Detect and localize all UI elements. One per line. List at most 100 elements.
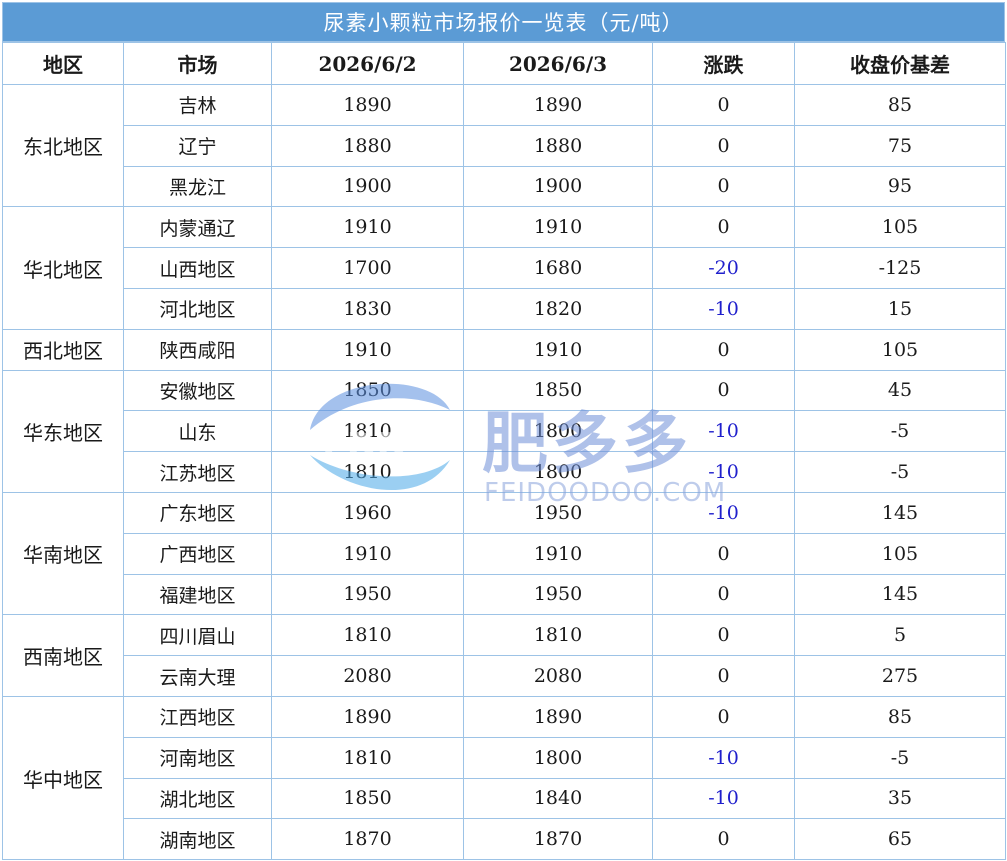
price-date1-cell: 1810: [271, 736, 464, 779]
price-table: 地区 市场 2026/6/2 2026/6/3 涨跌 收盘价基差 东北地区 吉林 1…: [2, 42, 1006, 861]
market-cell: 广东地区: [123, 491, 272, 534]
basis-cell: 65: [794, 818, 1006, 861]
basis-cell: 145: [794, 491, 1006, 534]
table-row: 华南地区 广东地区 1960 1950 -10 145: [2, 491, 1006, 616]
table-body: 东北地区 吉林 1890 1890 0 85 辽宁 1880 1880 0 75 黑龙江 1900 190…: [2, 83, 1006, 861]
price-date1-cell: 1910: [271, 328, 464, 371]
table-row: 河南地区 1810 1800 -10 -5: [3, 736, 1006, 779]
market-cell: 福建地区: [123, 573, 272, 616]
price-date2-cell: 1870: [463, 818, 653, 861]
change-cell: 0: [652, 124, 795, 167]
price-date1-cell: 1810: [271, 410, 464, 453]
region-cell: 东北地区: [2, 83, 124, 208]
basis-cell: 85: [794, 84, 1006, 126]
table-row: 华中地区 江西地区 1890 1890 0 85: [2, 695, 1006, 861]
change-cell: 0: [652, 165, 795, 208]
price-date1-cell: 1880: [271, 124, 464, 167]
change-cell: 0: [652, 818, 795, 861]
price-date2-cell: 1840: [463, 777, 653, 820]
price-date1-cell: 1870: [271, 818, 464, 861]
basis-cell: 45: [794, 369, 1006, 412]
basis-cell: 275: [794, 655, 1006, 697]
basis-cell: 5: [794, 614, 1006, 657]
price-date2-cell: 1950: [463, 573, 653, 616]
change-cell: 0: [652, 328, 795, 371]
change-cell: -10: [652, 410, 795, 453]
market-cell: 湖南地区: [123, 818, 272, 861]
basis-cell: 105: [794, 532, 1006, 575]
change-cell: 0: [652, 573, 795, 616]
price-date1-cell: 1960: [271, 491, 464, 534]
price-date2-cell: 1910: [463, 206, 653, 249]
market-cell: 河北地区: [123, 287, 272, 330]
table-row: 湖北地区 1850 1840 -10 35: [3, 777, 1006, 820]
market-cell: 内蒙通辽: [123, 206, 272, 249]
price-date2-cell: 1890: [463, 695, 653, 738]
header-region: 地区: [2, 42, 124, 85]
table-row: 黑龙江 1900 1900 0 95: [3, 165, 1006, 208]
basis-cell: 95: [794, 165, 1006, 208]
market-cell: 河南地区: [123, 736, 272, 779]
change-cell: -20: [652, 247, 795, 289]
table-row: 华北地区 内蒙通辽 1910 1910 0 105: [2, 206, 1006, 330]
table-row: 云南大理 2080 2080 0 275: [3, 655, 1006, 697]
basis-cell: -5: [794, 410, 1006, 453]
price-date2-cell: 1680: [463, 247, 653, 289]
header-date1: 2026/6/2: [271, 42, 464, 85]
change-cell: 0: [652, 532, 795, 575]
table-row: 广西地区 1910 1910 0 105: [3, 532, 1006, 575]
basis-cell: -125: [794, 247, 1006, 289]
change-cell: -10: [652, 491, 795, 534]
region-cell: 西南地区: [2, 614, 124, 697]
change-cell: 0: [652, 206, 795, 249]
header-market: 市场: [123, 42, 272, 85]
price-date1-cell: 1910: [271, 532, 464, 575]
table-row: 福建地区 1950 1950 0 145: [3, 573, 1006, 616]
basis-cell: -5: [794, 451, 1006, 493]
price-date2-cell: 1820: [463, 287, 653, 330]
basis-cell: 105: [794, 328, 1006, 371]
price-date2-cell: 1810: [463, 614, 653, 657]
market-cell: 江苏地区: [123, 451, 272, 493]
price-date2-cell: 1850: [463, 369, 653, 412]
market-cell: 辽宁: [123, 124, 272, 167]
basis-cell: -5: [794, 736, 1006, 779]
price-date2-cell: 1880: [463, 124, 653, 167]
price-date1-cell: 1830: [271, 287, 464, 330]
market-cell: 黑龙江: [123, 165, 272, 208]
price-date1-cell: 1700: [271, 247, 464, 289]
region-cell: 华北地区: [2, 206, 124, 330]
price-date1-cell: 1850: [271, 369, 464, 412]
region-cell: 华中地区: [2, 695, 124, 861]
table-row: 湖南地区 1870 1870 0 65: [3, 818, 1006, 861]
table-header-row: 地区 市场 2026/6/2 2026/6/3 涨跌 收盘价基差: [2, 42, 1006, 85]
price-table-container: 尿素小颗粒市场报价一览表（元/吨） 地区 市场 2026/6/2 2026/6/…: [2, 2, 1006, 861]
basis-cell: 75: [794, 124, 1006, 167]
region-cell: 西北地区: [2, 328, 124, 371]
price-date1-cell: 1850: [271, 777, 464, 820]
change-cell: -10: [652, 287, 795, 330]
table-row: 华东地区 安徽地区 1850 1850 0 45: [2, 369, 1006, 493]
table-row: 辽宁 1880 1880 0 75: [3, 124, 1006, 167]
price-date1-cell: 1890: [271, 695, 464, 738]
price-date1-cell: 1810: [271, 614, 464, 657]
price-date2-cell: 1800: [463, 736, 653, 779]
price-date1-cell: 1950: [271, 573, 464, 616]
header-change: 涨跌: [652, 42, 795, 85]
market-cell: 广西地区: [123, 532, 272, 575]
basis-cell: 35: [794, 777, 1006, 820]
table-title: 尿素小颗粒市场报价一览表（元/吨）: [2, 2, 1005, 42]
table-row: 西北地区 陕西咸阳 1910 1910 0 105: [2, 328, 1006, 371]
market-cell: 陕西咸阳: [123, 328, 272, 371]
price-date1-cell: 1900: [271, 165, 464, 208]
change-cell: 0: [652, 614, 795, 657]
market-cell: 吉林: [123, 84, 272, 126]
basis-cell: 145: [794, 573, 1006, 616]
price-date2-cell: 1800: [463, 451, 653, 493]
price-date2-cell: 2080: [463, 655, 653, 697]
basis-cell: 105: [794, 206, 1006, 249]
market-cell: 湖北地区: [123, 777, 272, 820]
market-cell: 山西地区: [123, 247, 272, 289]
change-cell: -10: [652, 451, 795, 493]
region-cell: 华南地区: [2, 491, 124, 616]
